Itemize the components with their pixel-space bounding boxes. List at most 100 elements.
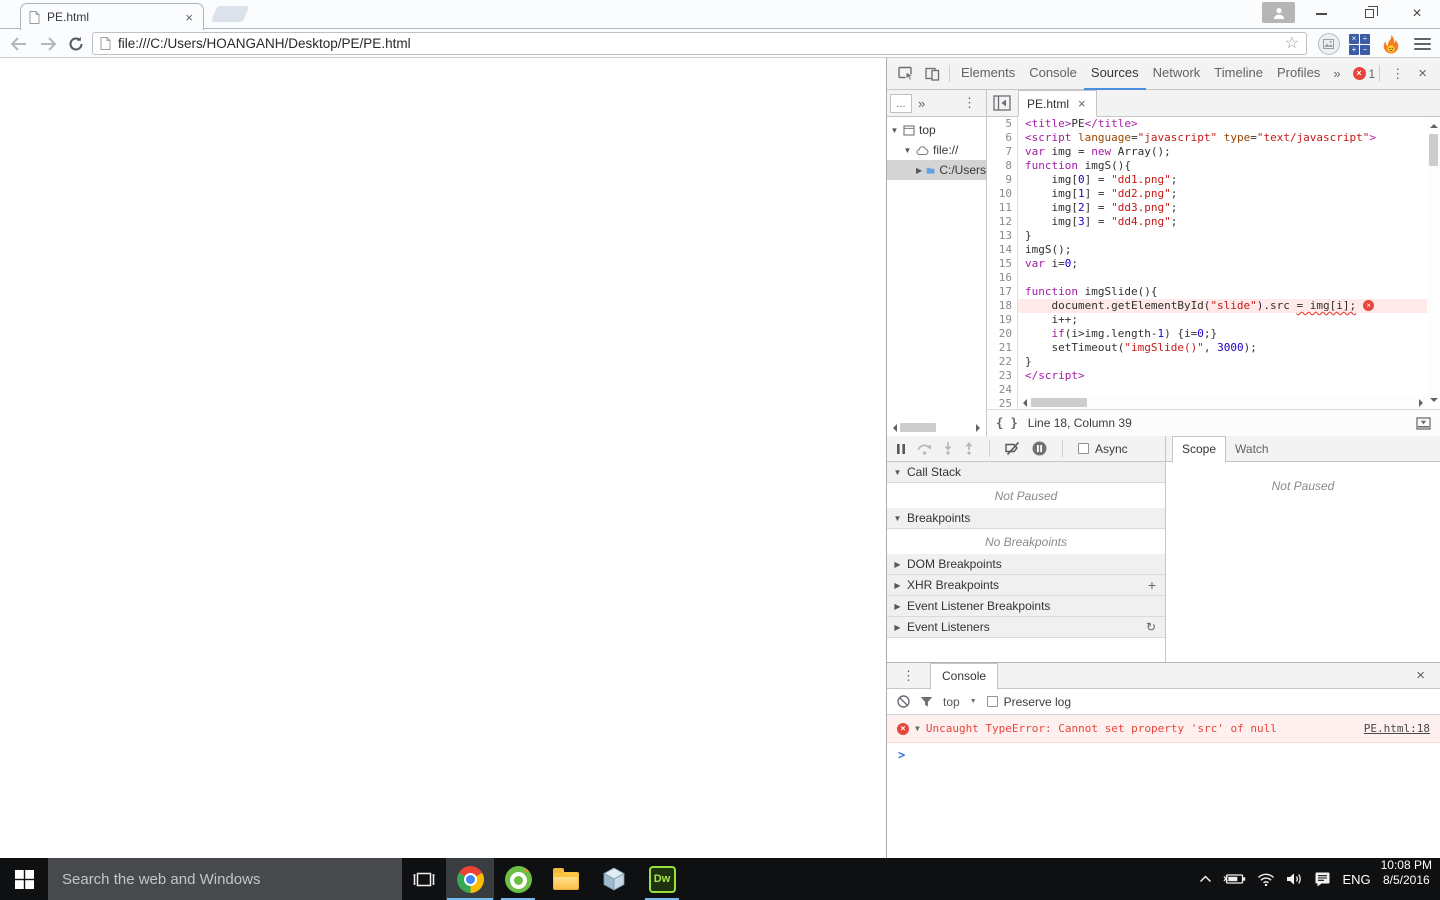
bookmark-star-icon[interactable]: ☆ [1285, 36, 1299, 52]
taskbar-app-cube[interactable] [590, 858, 638, 900]
section-dom-breakpoints[interactable]: ▶ DOM Breakpoints [887, 554, 1165, 575]
line-number[interactable]: 18 [987, 299, 1018, 313]
scrollbar-thumb[interactable] [1031, 398, 1087, 407]
wifi-icon[interactable] [1257, 873, 1275, 886]
tab-watch[interactable]: Watch [1226, 442, 1278, 456]
url-input[interactable] [118, 36, 1285, 51]
pretty-print-icon[interactable]: { } [996, 416, 1018, 430]
refresh-button[interactable] [64, 33, 88, 55]
add-xhr-breakpoint-icon[interactable]: + [1145, 578, 1159, 592]
line-number[interactable]: 20 [987, 327, 1018, 341]
line-number[interactable]: 14 [987, 243, 1018, 257]
battery-icon[interactable] [1223, 872, 1246, 886]
drawer-menu-icon[interactable]: ⋮ [895, 668, 922, 684]
device-toolbar-button[interactable] [920, 58, 945, 89]
section-breakpoints[interactable]: ▼ Breakpoints [887, 508, 1165, 529]
console-context-selector[interactable]: top [943, 695, 960, 709]
taskbar-search-input[interactable] [48, 858, 402, 900]
new-tab-button[interactable] [211, 6, 249, 22]
deactivate-breakpoints-icon[interactable] [1005, 442, 1021, 455]
editor-vertical-scrollbar[interactable] [1427, 117, 1440, 409]
error-source-link[interactable]: PE.html:18 [1364, 722, 1430, 735]
line-number[interactable]: 6 [987, 131, 1018, 145]
expand-error-icon[interactable]: ▼ [915, 724, 920, 733]
scroll-right-icon[interactable] [1419, 399, 1427, 407]
section-event-listener-breakpoints[interactable]: ▶ Event Listener Breakpoints [887, 596, 1165, 617]
step-into-icon[interactable] [943, 442, 953, 455]
tab-close-icon[interactable]: × [183, 11, 195, 24]
section-call-stack[interactable]: ▼ Call Stack [887, 462, 1165, 483]
line-number[interactable]: 5 [987, 117, 1018, 131]
taskbar-clock[interactable]: 10:08 PM 8/5/2016 [1379, 858, 1440, 900]
scroll-left-icon[interactable] [889, 424, 897, 432]
refresh-icon[interactable]: ↻ [1143, 620, 1159, 634]
volume-icon[interactable] [1286, 872, 1303, 886]
pause-on-exceptions-icon[interactable] [1032, 441, 1047, 456]
task-view-button[interactable] [402, 858, 446, 900]
line-number[interactable]: 7 [987, 145, 1018, 159]
navigator-more-tab[interactable]: ... [890, 94, 912, 113]
drawer-close-icon[interactable]: × [1409, 667, 1432, 684]
window-close-button[interactable]: × [1396, 0, 1438, 27]
scroll-up-icon[interactable] [1430, 120, 1438, 128]
line-number[interactable]: 13 [987, 229, 1018, 243]
navigator-horizontal-scrollbar[interactable] [889, 421, 984, 434]
devtools-menu-icon[interactable]: ⋮ [1384, 66, 1411, 82]
tree-item-folder[interactable]: ▶ C:/Users [887, 160, 986, 180]
line-number[interactable]: 24 [987, 383, 1018, 397]
start-button[interactable] [0, 858, 48, 900]
scrollbar-thumb[interactable] [1429, 134, 1438, 166]
pause-script-icon[interactable] [896, 443, 906, 455]
show-navigator-icon[interactable] [993, 95, 1011, 111]
tab-timeline[interactable]: Timeline [1207, 58, 1270, 90]
scrollbar-thumb[interactable] [900, 423, 936, 432]
step-over-icon[interactable] [917, 443, 932, 455]
scroll-left-icon[interactable] [1019, 399, 1027, 407]
chevron-down-icon[interactable]: ▼ [903, 146, 912, 155]
tray-expand-icon[interactable] [1199, 875, 1212, 883]
chevron-right-icon[interactable]: ▶ [916, 166, 922, 175]
taskbar-app-coccoc[interactable] [494, 858, 542, 900]
chevron-down-icon[interactable]: ▼ [890, 126, 899, 135]
tab-profiles[interactable]: Profiles [1270, 58, 1327, 90]
line-number[interactable]: 11 [987, 201, 1018, 215]
line-number[interactable]: 12 [987, 215, 1018, 229]
tab-elements[interactable]: Elements [954, 58, 1022, 90]
address-bar[interactable]: ☆ [92, 32, 1307, 55]
window-maximize-button[interactable] [1348, 0, 1390, 27]
section-event-listeners[interactable]: ▶ Event Listeners ↻ [887, 617, 1165, 638]
clear-console-icon[interactable] [897, 695, 910, 708]
line-number[interactable]: 22 [987, 355, 1018, 369]
line-number[interactable]: 15 [987, 257, 1018, 271]
devtools-close-icon[interactable]: × [1411, 65, 1434, 82]
line-number[interactable]: 23 [987, 369, 1018, 383]
line-number[interactable]: 21 [987, 341, 1018, 355]
scroll-down-icon[interactable] [1430, 398, 1438, 406]
back-button[interactable] [6, 33, 30, 55]
line-number[interactable]: 19 [987, 313, 1018, 327]
language-indicator[interactable]: ENG [1342, 872, 1370, 887]
drawer-toggle-icon[interactable] [1416, 417, 1431, 430]
line-number[interactable]: 25 [987, 397, 1018, 409]
tabs-overflow-icon[interactable]: » [1327, 66, 1346, 81]
browser-tab[interactable]: PE.html × [20, 3, 204, 30]
line-number[interactable]: 17 [987, 285, 1018, 299]
window-minimize-button[interactable] [1300, 0, 1342, 27]
extension-image-button[interactable] [1316, 32, 1341, 56]
browser-menu-button[interactable] [1410, 32, 1435, 56]
tab-console-drawer[interactable]: Console [930, 663, 998, 690]
tab-sources[interactable]: Sources [1084, 58, 1146, 90]
line-number[interactable]: 8 [987, 159, 1018, 173]
line-number[interactable]: 9 [987, 173, 1018, 187]
line-number[interactable]: 10 [987, 187, 1018, 201]
taskbar-app-file-explorer[interactable] [542, 858, 590, 900]
editor-horizontal-scrollbar[interactable] [1019, 396, 1427, 409]
filter-icon[interactable] [920, 696, 933, 708]
inspect-element-button[interactable] [893, 58, 920, 89]
profile-button[interactable] [1262, 2, 1295, 23]
editor-tab-close-icon[interactable]: × [1076, 97, 1088, 110]
error-indicator[interactable]: × 1 [1353, 67, 1376, 81]
extension-calculator-button[interactable]: ×÷+− [1347, 32, 1372, 56]
preserve-log-checkbox[interactable] [987, 696, 998, 707]
async-checkbox[interactable] [1078, 443, 1089, 454]
